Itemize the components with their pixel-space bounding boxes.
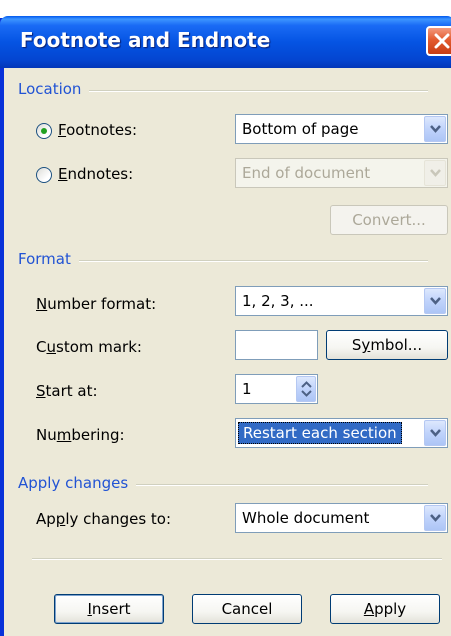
- format-group-line: [18, 260, 428, 262]
- footnotes-label[interactable]: Footnotes:: [58, 121, 137, 139]
- number-format-select[interactable]: 1, 2, 3, ...: [235, 286, 448, 316]
- location-group-label: Location: [18, 80, 90, 98]
- start-at-spinner[interactable]: [296, 376, 316, 402]
- format-group-label: Format: [18, 250, 79, 268]
- insert-button[interactable]: Insert: [54, 594, 164, 624]
- footnote-endnote-dialog: Footnote and Endnote Location Footnotes:…: [0, 16, 451, 636]
- cancel-button[interactable]: Cancel: [192, 594, 302, 624]
- endnotes-label[interactable]: Endnotes:: [58, 165, 133, 183]
- convert-button[interactable]: Convert...: [330, 205, 448, 235]
- chevron-down-icon: [430, 125, 441, 133]
- endnotes-position-value: End of document: [242, 164, 371, 182]
- screen: Footnote and Endnote Location Footnotes:…: [0, 0, 451, 636]
- endnotes-position-select[interactable]: End of document: [235, 158, 448, 188]
- chevron-down-icon: [430, 514, 441, 522]
- endnotes-dropdown-arrow[interactable]: [424, 160, 446, 186]
- footnotes-position-value: Bottom of page: [242, 120, 359, 138]
- start-at-value: 1: [242, 380, 252, 398]
- apply-changes-group-label: Apply changes: [18, 474, 137, 492]
- footnotes-dropdown-arrow[interactable]: [424, 116, 446, 142]
- start-at-label: Start at:: [36, 382, 98, 400]
- numbering-dropdown-arrow[interactable]: [424, 420, 446, 446]
- apply-button[interactable]: Apply: [330, 594, 440, 624]
- numbering-select[interactable]: Restart each section: [235, 418, 448, 448]
- chevron-down-icon: [430, 169, 441, 177]
- numbering-label: Numbering:: [36, 426, 125, 444]
- apply-changes-to-label: Apply changes to:: [36, 510, 172, 528]
- number-format-dropdown-arrow[interactable]: [424, 288, 446, 314]
- footnotes-position-select[interactable]: Bottom of page: [235, 114, 448, 144]
- close-button[interactable]: [426, 26, 451, 56]
- radio-selected-dot: [41, 128, 47, 134]
- footnotes-radio[interactable]: [36, 123, 52, 139]
- close-icon: [434, 33, 450, 49]
- custom-mark-input[interactable]: [235, 330, 318, 360]
- window-title: Footnote and Endnote: [20, 28, 271, 52]
- title-bar[interactable]: Footnote and Endnote: [0, 16, 451, 68]
- spin-arrows-icon: [301, 381, 312, 397]
- chevron-down-icon: [430, 429, 441, 437]
- apply-changes-to-select[interactable]: Whole document: [235, 503, 448, 533]
- number-format-value: 1, 2, 3, ...: [242, 292, 314, 310]
- symbol-button[interactable]: Symbol...: [326, 330, 448, 360]
- chevron-down-icon: [430, 297, 441, 305]
- numbering-value: Restart each section: [238, 422, 402, 444]
- button-separator: [32, 558, 442, 560]
- apply-changes-to-value: Whole document: [242, 509, 370, 527]
- apply-changes-dropdown-arrow[interactable]: [424, 505, 446, 531]
- number-format-label: Number format:: [36, 295, 157, 313]
- custom-mark-label: Custom mark:: [36, 338, 142, 356]
- start-at-input[interactable]: 1: [235, 374, 318, 404]
- endnotes-radio[interactable]: [36, 167, 52, 183]
